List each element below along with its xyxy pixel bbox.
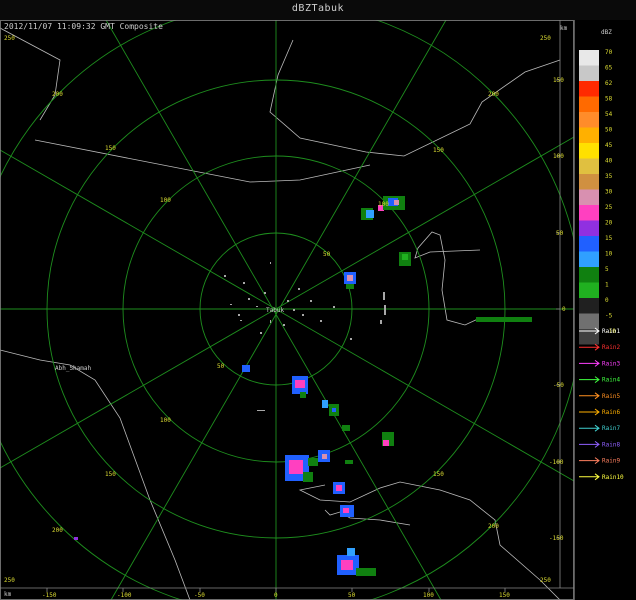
window-title: dBZTabuk bbox=[291, 3, 345, 14]
ring-label: 50 bbox=[323, 251, 331, 258]
timestamp-label: 2012/11/07 11:09:32 GMT Composite bbox=[4, 22, 163, 31]
x-tick-label: -100 bbox=[117, 592, 132, 599]
rain-track-label: Rain8 bbox=[602, 441, 620, 448]
scale-swatch bbox=[579, 282, 599, 298]
scale-swatch bbox=[579, 143, 599, 159]
y-tick-label: -100 bbox=[549, 459, 564, 466]
rain-track-label: Rain1 bbox=[602, 328, 620, 335]
rain-track-arrow bbox=[579, 376, 600, 383]
scale-swatch bbox=[579, 65, 599, 81]
ring-label: 200 bbox=[52, 91, 63, 98]
y-tick-label: 0 bbox=[562, 306, 566, 313]
scale-label: 65 bbox=[605, 65, 613, 72]
scale-label: 40 bbox=[605, 158, 613, 165]
scale-swatch bbox=[579, 127, 599, 143]
scale-label: 10 bbox=[605, 251, 613, 258]
rain-track-label: Rain9 bbox=[602, 458, 620, 465]
rain-track-arrow bbox=[579, 424, 600, 432]
corner-label: 250 bbox=[540, 577, 551, 584]
ring-label: 200 bbox=[488, 523, 499, 530]
scale-label: 0 bbox=[605, 297, 609, 304]
scale-label: 50 bbox=[605, 127, 613, 134]
rain-track-legend: Rain1 Rain2 Rain3 Rain4 Rain5 Rain6 Rain7 Rain8… bbox=[579, 327, 624, 481]
scale-label: 54 bbox=[605, 111, 613, 118]
scale-swatch bbox=[579, 313, 599, 329]
ring-label: 150 bbox=[105, 145, 116, 152]
rain-track-label: Rain10 bbox=[602, 474, 624, 481]
corner-label: 250 bbox=[540, 35, 551, 42]
scale-swatch bbox=[579, 96, 599, 112]
y-tick-label: 150 bbox=[553, 77, 564, 84]
color-scale: 7065625854504540353025201510510-5-10 bbox=[579, 49, 616, 345]
rain-track-arrow bbox=[579, 408, 600, 416]
ring-label: 100 bbox=[160, 197, 171, 204]
ring-label: 200 bbox=[52, 527, 63, 534]
rain-track-arrow bbox=[579, 360, 600, 367]
title-bar: dBZTabuk bbox=[0, 0, 636, 21]
scale-label: 58 bbox=[605, 96, 613, 103]
scale-swatch bbox=[579, 189, 599, 205]
scale-label: 35 bbox=[605, 173, 613, 180]
rain-track-label: Rain5 bbox=[602, 393, 620, 400]
rain-track-label: Rain3 bbox=[602, 360, 620, 367]
scale-swatch bbox=[579, 50, 599, 66]
rain-track-arrow bbox=[579, 457, 600, 464]
scale-swatch bbox=[579, 81, 599, 97]
ring-label: 150 bbox=[105, 471, 116, 478]
scale-label: 62 bbox=[605, 80, 613, 87]
x-tick-label: 150 bbox=[499, 592, 510, 599]
rain-track-arrow bbox=[579, 473, 600, 481]
rain-track-arrow bbox=[579, 392, 600, 400]
scale-label: 1 bbox=[605, 282, 609, 289]
rain-track-label: Rain2 bbox=[602, 344, 620, 351]
scale-swatch bbox=[579, 174, 599, 190]
y-tick-label: -150 bbox=[549, 535, 564, 542]
scale-swatch bbox=[579, 112, 599, 128]
distance-unit-label: km bbox=[560, 25, 568, 32]
scale-label: 30 bbox=[605, 189, 613, 196]
corner-label: 250 bbox=[4, 35, 15, 42]
scale-label: 70 bbox=[605, 49, 613, 56]
legend-unit: dBZ bbox=[601, 29, 612, 36]
scale-swatch bbox=[579, 251, 599, 267]
y-tick-label: -50 bbox=[553, 382, 564, 389]
scale-label: -5 bbox=[605, 313, 613, 320]
scale-label: 5 bbox=[605, 266, 609, 273]
y-tick-label: 100 bbox=[553, 153, 564, 160]
rain-track-label: Rain6 bbox=[602, 409, 620, 416]
radar-display[interactable]: 2012/11/07 11:09:32 GMT Composite km km … bbox=[0, 20, 574, 600]
y-tick-label: 50 bbox=[556, 230, 564, 237]
scale-swatch bbox=[579, 236, 599, 252]
x-tick-label: -50 bbox=[194, 592, 205, 599]
place-label: Abh_Shamah bbox=[55, 365, 92, 372]
ring-label: 100 bbox=[378, 201, 389, 208]
station-label: Tabuk bbox=[266, 307, 284, 314]
distance-unit-label-bottom: km bbox=[4, 591, 12, 598]
x-tick-label: -150 bbox=[42, 592, 57, 599]
corner-label: 250 bbox=[4, 577, 15, 584]
ring-label: 100 bbox=[160, 417, 171, 424]
scale-swatch bbox=[579, 220, 599, 236]
ring-label: 150 bbox=[433, 147, 444, 154]
rain-track-arrow bbox=[579, 441, 600, 448]
rain-track-arrow bbox=[579, 343, 600, 351]
x-tick-label: 0 bbox=[274, 592, 278, 599]
scale-label: 15 bbox=[605, 235, 613, 242]
rain-track-label: Rain4 bbox=[602, 377, 620, 384]
scale-swatch bbox=[579, 158, 599, 174]
rain-track-label: Rain7 bbox=[602, 425, 620, 432]
legend-panel: dBZ 7065625854504540353025201510510-5-10… bbox=[574, 20, 636, 600]
scale-label: 20 bbox=[605, 220, 613, 227]
ring-label: 200 bbox=[488, 91, 499, 98]
scale-label: 25 bbox=[605, 204, 613, 211]
scale-swatch bbox=[579, 205, 599, 221]
x-tick-label: 50 bbox=[348, 592, 356, 599]
scale-swatch bbox=[579, 267, 599, 283]
scale-label: 45 bbox=[605, 142, 613, 149]
ring-label: 50 bbox=[217, 363, 225, 370]
ring-label: 150 bbox=[433, 471, 444, 478]
x-tick-label: 100 bbox=[423, 592, 434, 599]
scale-swatch bbox=[579, 298, 599, 314]
